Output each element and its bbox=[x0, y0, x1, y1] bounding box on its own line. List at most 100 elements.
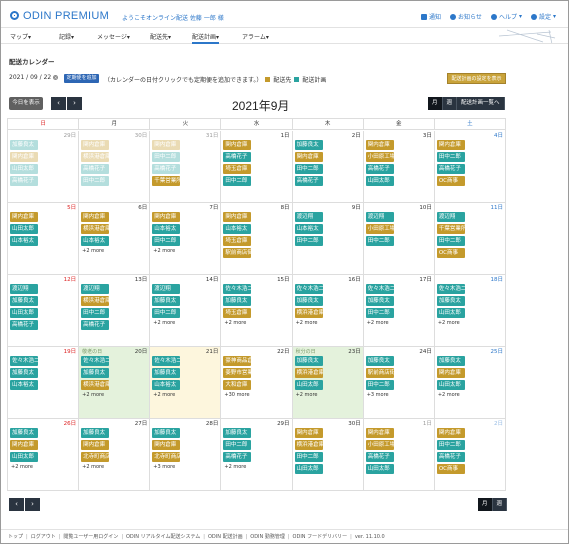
calendar-day-cell[interactable]: 敬老の日 20日 佐々木浩二 加藤良太 横浜港倉庫 +2 more bbox=[79, 347, 151, 418]
add-regular-delivery-button[interactable]: 定期便を追加 bbox=[64, 74, 99, 83]
calendar-event[interactable]: 高橋花子 bbox=[294, 176, 323, 186]
footer-link[interactable]: ODIN リアルタイム配送システム bbox=[126, 533, 200, 540]
calendar-event[interactable]: 横浜港倉庫 bbox=[294, 308, 323, 318]
calendar-event[interactable]: 北寺町商店 bbox=[152, 452, 181, 462]
calendar-event[interactable]: 関内倉庫 bbox=[81, 212, 110, 222]
calendar-event[interactable]: 佐々木浩二 bbox=[81, 356, 110, 366]
calendar-event[interactable]: 加藤良太 bbox=[223, 428, 252, 438]
date-field[interactable]: 2021 / 09 / 22 × bbox=[9, 74, 59, 81]
calendar-event[interactable]: 山田太郎 bbox=[294, 464, 323, 474]
calendar-day-cell[interactable]: 13日 渡辺翔 横浜港倉庫 田中二郎 高橋花子 bbox=[79, 275, 151, 346]
calendar-event[interactable]: 山田太郎 bbox=[365, 464, 394, 474]
calendar-day-cell[interactable]: 3日 関内倉庫 小田原工場 高橋花子 山田太郎 bbox=[364, 131, 435, 202]
nav-delivery-plan[interactable]: 配送計画▾ bbox=[192, 32, 220, 44]
calendar-event[interactable]: 高橋花子 bbox=[436, 164, 465, 174]
bottom-next-button[interactable]: › bbox=[25, 498, 40, 511]
calendar-event[interactable]: 山本裕太 bbox=[10, 236, 38, 246]
calendar-event[interactable]: 関内倉庫 bbox=[436, 140, 465, 150]
calendar-day-cell[interactable]: 27日 加藤良太 関内倉庫 北寺町商店 +2 more bbox=[79, 419, 151, 491]
calendar-event[interactable]: 加藤良太 bbox=[365, 296, 394, 306]
calendar-event[interactable]: 田中二郎 bbox=[152, 152, 181, 162]
today-button[interactable]: 今日を表示 bbox=[9, 97, 43, 110]
calendar-event[interactable]: 加藤良太 bbox=[294, 140, 323, 150]
calendar-event[interactable]: 高橋花子 bbox=[81, 164, 110, 174]
calendar-event[interactable]: 加藤良太 bbox=[294, 356, 323, 366]
calendar-event[interactable]: 関内倉庫 bbox=[436, 368, 465, 378]
calendar-event[interactable]: 高橋花子 bbox=[10, 176, 38, 186]
calendar-event[interactable]: 北寺町商店 bbox=[81, 452, 110, 462]
calendar-event[interactable]: 埼玉倉庫 bbox=[223, 236, 252, 246]
calendar-event[interactable]: 山田太郎 bbox=[436, 380, 465, 390]
bottom-view-week-button[interactable]: 週 bbox=[492, 498, 508, 511]
more-events-link[interactable]: +2 more bbox=[223, 320, 289, 327]
calendar-day-cell[interactable]: 14日 渡辺翔 加藤良太 田中二郎 +2 more bbox=[150, 275, 222, 346]
footer-link[interactable]: ODIN 勤務管理 bbox=[250, 533, 285, 540]
more-events-link[interactable]: +3 more bbox=[152, 464, 218, 471]
calendar-event[interactable]: 高橋花子 bbox=[10, 320, 38, 330]
calendar-event[interactable]: 埼玉倉庫 bbox=[223, 164, 252, 174]
more-events-link[interactable]: +2 more bbox=[152, 392, 218, 399]
clear-icon[interactable]: × bbox=[53, 75, 59, 80]
calendar-day-cell[interactable]: 30日 関内倉庫 横浜港倉庫 田中二郎 山田太郎 bbox=[293, 419, 364, 491]
calendar-event[interactable]: 田中二郎 bbox=[436, 440, 465, 450]
calendar-event[interactable]: 山田太郎 bbox=[10, 164, 38, 174]
prev-month-button[interactable]: ‹ bbox=[51, 97, 66, 110]
calendar-event[interactable]: 田中二郎 bbox=[436, 152, 465, 162]
calendar-event[interactable]: 山本裕太 bbox=[223, 224, 252, 234]
more-events-link[interactable]: +2 more bbox=[223, 464, 289, 471]
calendar-event[interactable]: 関内倉庫 bbox=[294, 152, 323, 162]
calendar-event[interactable]: 駅前商店街 bbox=[365, 368, 394, 378]
calendar-event[interactable]: 山本裕太 bbox=[152, 380, 181, 390]
footer-link[interactable]: 閲覧ユーザー用ログイン bbox=[63, 533, 118, 540]
calendar-event[interactable]: 横浜港倉庫 bbox=[81, 380, 110, 390]
calendar-event[interactable]: 田中二郎 bbox=[365, 308, 394, 318]
footer-link[interactable]: ODIN 配送計画 bbox=[208, 533, 243, 540]
calendar-event[interactable]: 加藤良太 bbox=[294, 296, 323, 306]
more-events-link[interactable]: +2 more bbox=[81, 464, 147, 471]
calendar-event[interactable]: 小田原工場 bbox=[365, 440, 394, 450]
calendar-event[interactable]: 関内倉庫 bbox=[152, 212, 181, 222]
bottom-prev-button[interactable]: ‹ bbox=[9, 498, 24, 511]
calendar-day-cell[interactable]: 7日 関内倉庫 山本裕太 田中二郎 +2 more bbox=[150, 203, 222, 274]
calendar-event[interactable]: 加藤良太 bbox=[152, 428, 181, 438]
calendar-event[interactable]: 渡辺翔 bbox=[436, 212, 465, 222]
calendar-day-cell[interactable]: 1日 関内倉庫 高橋花子 埼玉倉庫 田中二郎 bbox=[221, 131, 293, 202]
calendar-event[interactable]: 渡辺翔 bbox=[10, 284, 38, 294]
calendar-event[interactable]: 田中二郎 bbox=[294, 452, 323, 462]
calendar-event[interactable]: 横浜港倉庫 bbox=[294, 440, 323, 450]
calendar-day-cell[interactable]: 17日 佐々木浩二 加藤良太 田中二郎 +2 more bbox=[364, 275, 435, 346]
settings-link[interactable]: 設定 ▾ bbox=[530, 12, 556, 21]
footer-link[interactable]: ODIN フードデリバリー bbox=[293, 533, 348, 540]
view-week-button[interactable]: 週 bbox=[442, 97, 458, 110]
nav-messages[interactable]: メッセージ▾ bbox=[97, 32, 130, 44]
calendar-event[interactable]: 加藤良太 bbox=[436, 356, 465, 366]
calendar-day-cell[interactable]: 22日豪神商品倉庫姜野市営業所大和倉庫 +30 more bbox=[221, 347, 293, 418]
calendar-day-cell[interactable]: 28日 加藤良太 関内倉庫 北寺町商店 +3 more bbox=[150, 419, 222, 491]
calendar-event[interactable]: 横浜港倉庫 bbox=[81, 152, 110, 162]
calendar-event[interactable]: 関内倉庫 bbox=[365, 428, 394, 438]
calendar-event[interactable]: 加藤良太 bbox=[365, 356, 394, 366]
calendar-event[interactable]: 加藤良太 bbox=[10, 296, 38, 306]
calendar-event[interactable]: 山田太郎 bbox=[436, 308, 465, 318]
calendar-day-cell[interactable]: 18日 佐々木浩二 加藤良太 山田太郎 +2 more bbox=[435, 275, 505, 346]
logo[interactable]: ODIN PREMIUM bbox=[10, 9, 109, 22]
nav-records[interactable]: 記録▾ bbox=[59, 32, 74, 44]
calendar-day-cell[interactable]: 24日 加藤良太 駅前商店街 田中二郎 +3 more bbox=[364, 347, 435, 418]
calendar-event[interactable]: 関内倉庫 bbox=[152, 440, 181, 450]
calendar-event[interactable]: 山田太郎 bbox=[10, 308, 38, 318]
calendar-day-cell[interactable]: 16日 佐々木浩二 加藤良太 横浜港倉庫 +2 more bbox=[293, 275, 364, 346]
calendar-event[interactable]: 加藤良太 bbox=[223, 296, 252, 306]
calendar-day-cell[interactable]: 21日 佐々木浩二 加藤良太 山本裕太 +2 more bbox=[150, 347, 222, 418]
calendar-event[interactable]: 関内倉庫 bbox=[223, 212, 252, 222]
calendar-day-cell[interactable]: 31日 関内倉庫 田中二郎 高橋花子 千葉営業所 bbox=[150, 131, 222, 202]
calendar-event[interactable]: 田中二郎 bbox=[436, 236, 465, 246]
calendar-event[interactable]: 渡辺翔 bbox=[81, 284, 110, 294]
calendar-event[interactable]: 渡辺翔 bbox=[152, 284, 181, 294]
show-plan-settings-button[interactable]: 配送計画の設定を表示 bbox=[447, 73, 506, 84]
calendar-event[interactable]: 千葉営業所 bbox=[152, 176, 181, 186]
calendar-event[interactable]: 小田原工場 bbox=[365, 224, 394, 234]
next-month-button[interactable]: › bbox=[67, 97, 82, 110]
calendar-event[interactable]: 山田太郎 bbox=[10, 224, 38, 234]
calendar-event[interactable]: 佐々木浩二 bbox=[223, 284, 252, 294]
calendar-event[interactable]: 加藤良太 bbox=[81, 428, 110, 438]
